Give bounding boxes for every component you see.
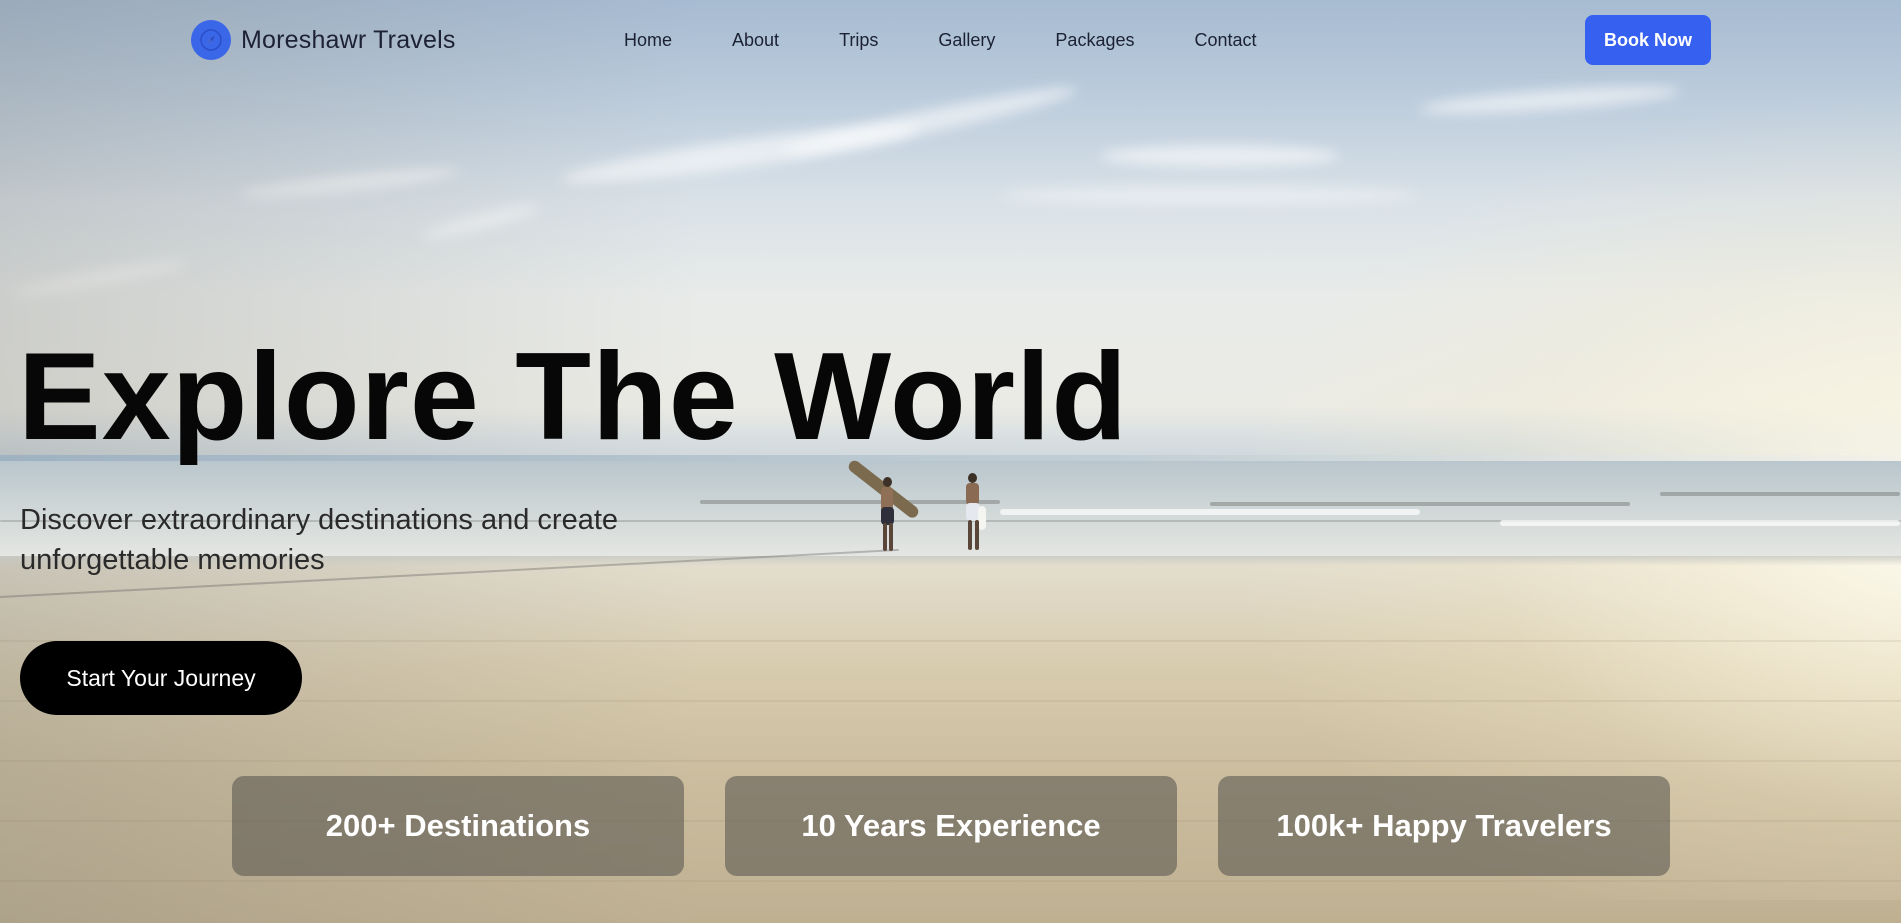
- nav-link-trips[interactable]: Trips: [839, 28, 878, 52]
- compass-icon: [191, 20, 231, 60]
- brand-name: Moreshawr Travels: [241, 25, 456, 54]
- stat-card-experience: 10 Years Experience: [725, 776, 1177, 876]
- nav-link-gallery[interactable]: Gallery: [938, 28, 995, 52]
- nav-link-home[interactable]: Home: [624, 28, 672, 52]
- nav-links: Home About Trips Gallery Packages Contac…: [624, 28, 1317, 52]
- nav-link-contact[interactable]: Contact: [1194, 28, 1256, 52]
- nav-link-packages[interactable]: Packages: [1055, 28, 1134, 52]
- hero-title: Explore The World: [18, 328, 1129, 466]
- stat-card-travelers: 100k+ Happy Travelers: [1218, 776, 1670, 876]
- nav-link-about[interactable]: About: [732, 28, 779, 52]
- book-now-button[interactable]: Book Now: [1585, 15, 1711, 65]
- hero-subtitle: Discover extraordinary destinations and …: [20, 504, 619, 576]
- start-journey-button[interactable]: Start Your Journey: [20, 641, 302, 715]
- stat-card-destinations: 200+ Destinations: [232, 776, 684, 876]
- stats-row: 200+ Destinations 10 Years Experience 10…: [232, 776, 1670, 876]
- brand-logo[interactable]: Moreshawr Travels: [191, 20, 456, 60]
- top-navbar: Moreshawr Travels Home About Trips Galle…: [0, 0, 1901, 80]
